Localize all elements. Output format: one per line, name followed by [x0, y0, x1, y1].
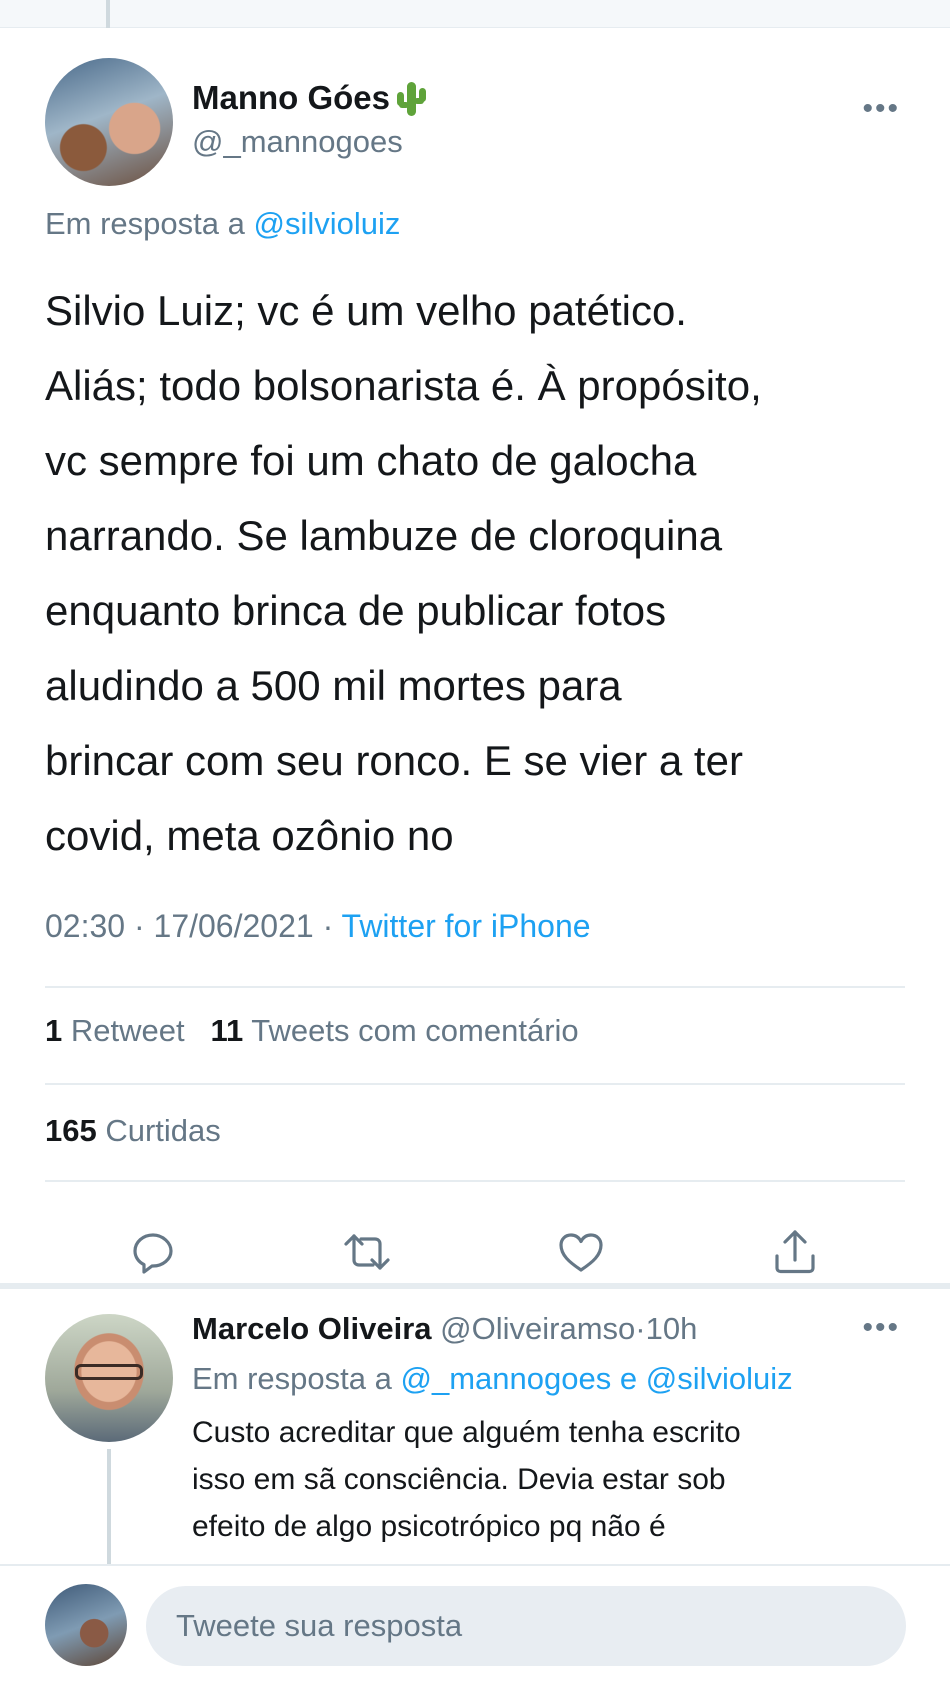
thread-line: [107, 1449, 111, 1564]
reply-button[interactable]: [127, 1226, 179, 1278]
reply-text-line: Custo acreditar que alguém tenha escrito: [192, 1416, 741, 1449]
thread-line-top: [106, 0, 110, 28]
more-options-icon[interactable]: •••: [862, 1311, 900, 1345]
reply-prefix: Em resposta a: [45, 206, 245, 241]
reply-conjunction: e: [619, 1361, 638, 1396]
retweets-label: Retweet: [70, 1013, 185, 1048]
avatar[interactable]: [45, 58, 173, 186]
reply-time: 10h: [645, 1311, 698, 1346]
share-button[interactable]: [769, 1226, 821, 1278]
heart-icon: [559, 1233, 603, 1272]
reply-mention-link[interactable]: @_mannogoes: [401, 1361, 612, 1396]
reply-context: Em resposta a @silvioluiz: [45, 206, 400, 242]
share-icon: [775, 1230, 815, 1274]
reply-handle[interactable]: @Oliveiramso: [440, 1311, 635, 1346]
tweet-meta: 02:30 · 17/06/2021 · Twitter for iPhone: [45, 908, 591, 945]
reply-tweet[interactable]: Marcelo Oliveira @Oliveiramso·10h ••• Em…: [0, 1289, 950, 1564]
action-bar: [45, 1226, 905, 1286]
tweet-text-line: brincar com seu ronco. E se vier a ter: [45, 737, 743, 784]
quotes-stat[interactable]: 11 Tweets com comentário: [210, 1013, 578, 1048]
reply-context: Em resposta a @_mannogoes e @silvioluiz: [192, 1361, 793, 1397]
reply-text-line: isso em sã consciência. Devia estar sob: [192, 1463, 726, 1496]
display-name[interactable]: Manno Góes: [192, 79, 390, 117]
likes-count: 165: [45, 1113, 97, 1148]
reply-composer: [0, 1564, 950, 1688]
author-name-row[interactable]: Manno Góes: [192, 78, 428, 118]
reply-text: Custo acreditar que alguém tenha escrito…: [192, 1409, 912, 1550]
meta-separator: ·: [322, 908, 334, 944]
divider: [45, 986, 905, 988]
reply-mention-link[interactable]: @silvioluiz: [254, 206, 401, 241]
more-options-icon[interactable]: •••: [862, 92, 900, 126]
quotes-count: 11: [210, 1013, 244, 1048]
tweet-text-line: aludindo a 500 mil mortes para: [45, 662, 622, 709]
retweets-stat[interactable]: 1 Retweet: [45, 1013, 185, 1048]
reply-header: Marcelo Oliveira @Oliveiramso·10h: [192, 1311, 697, 1347]
retweet-button[interactable]: [341, 1226, 393, 1278]
reply-text-line: efeito de algo psicotrópico pq não é: [192, 1510, 666, 1543]
meta-separator: ·: [133, 908, 145, 944]
cactus-icon: [394, 78, 428, 118]
quotes-label: Tweets com comentário: [251, 1013, 579, 1048]
avatar[interactable]: [45, 1314, 173, 1442]
like-button[interactable]: [555, 1226, 607, 1278]
reply-input[interactable]: [146, 1586, 906, 1666]
avatar[interactable]: [45, 1584, 127, 1666]
retweets-count: 1: [45, 1013, 63, 1048]
retweet-icon: [344, 1234, 390, 1270]
meta-separator: ·: [635, 1311, 646, 1346]
tweet-text-line: narrando. Se lambuze de cloroquina: [45, 512, 723, 559]
reply-display-name[interactable]: Marcelo Oliveira: [192, 1311, 432, 1346]
tweet-text-line: Aliás; todo bolsonarista é. À propósito,: [45, 362, 762, 409]
reply-prefix: Em resposta a: [192, 1361, 392, 1396]
tweet-source-link[interactable]: Twitter for iPhone: [342, 908, 591, 944]
likes-stat[interactable]: 165 Curtidas: [45, 1113, 221, 1149]
thread-top-band: [0, 0, 950, 28]
tweet-time: 02:30: [45, 908, 126, 944]
tweet-text-line: Silvio Luiz; vc é um velho patético.: [45, 287, 687, 334]
avatar-glasses: [75, 1364, 143, 1380]
tweet-text-line: covid, meta ozônio no: [45, 812, 454, 859]
divider: [45, 1180, 905, 1182]
engagement-stats: 1 Retweet 11 Tweets com comentário: [45, 1013, 579, 1049]
tweet-date: 17/06/2021: [153, 908, 314, 944]
tweet-text-line: vc sempre foi um chato de galocha: [45, 437, 697, 484]
tweet-text: Silvio Luiz; vc é um velho patético. Ali…: [45, 273, 905, 873]
reply-icon: [133, 1233, 173, 1274]
tweet-text-line: enquanto brinca de publicar fotos: [45, 587, 667, 634]
reply-mention-link[interactable]: @silvioluiz: [646, 1361, 793, 1396]
user-handle[interactable]: @_mannogoes: [192, 124, 403, 160]
likes-label: Curtidas: [105, 1113, 221, 1148]
divider: [45, 1083, 905, 1085]
main-tweet: Manno Góes @_mannogoes ••• Em resposta a…: [0, 28, 950, 1283]
